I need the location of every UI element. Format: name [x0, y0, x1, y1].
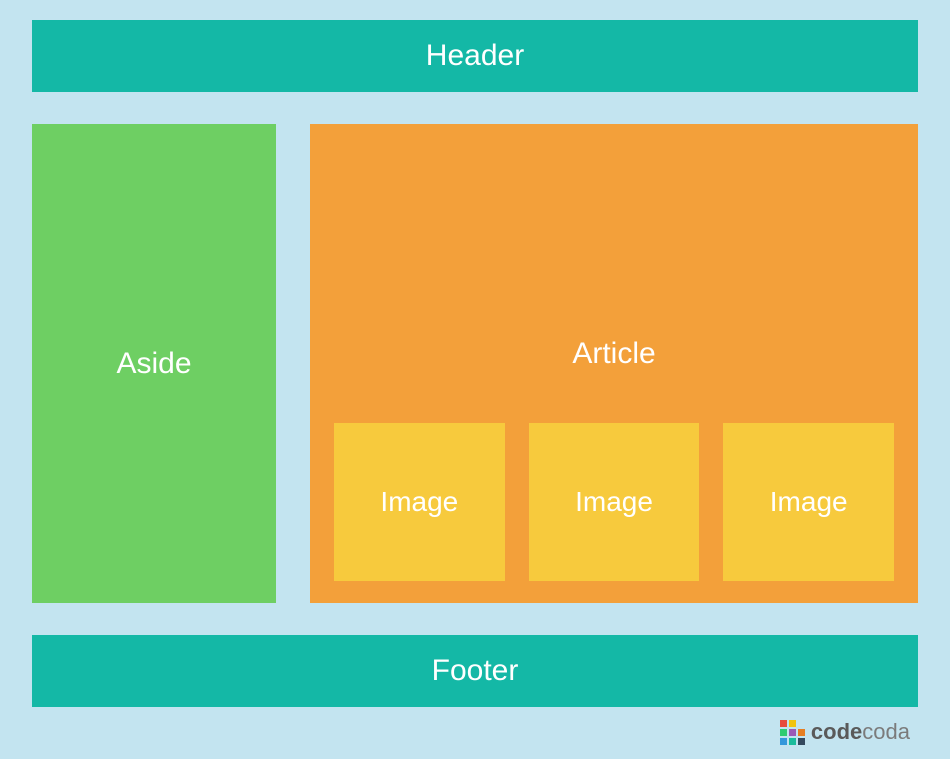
brand-name-light: coda — [862, 719, 910, 744]
brand-name-bold: code — [811, 719, 862, 744]
footer-label: Footer — [432, 654, 519, 688]
footer-region: Footer — [32, 635, 918, 707]
article-label: Article — [572, 337, 655, 371]
image-box: Image — [334, 423, 505, 581]
aside-region: Aside — [32, 124, 276, 603]
header-label: Header — [426, 39, 524, 73]
image-label: Image — [575, 486, 653, 518]
header-region: Header — [32, 20, 918, 92]
image-row: Image Image Image — [310, 423, 918, 603]
brand-attribution: codecoda — [32, 719, 918, 745]
image-box: Image — [529, 423, 700, 581]
middle-row: Aside Article Image Image Image — [32, 124, 918, 603]
brand-name: codecoda — [811, 719, 910, 745]
image-label: Image — [770, 486, 848, 518]
article-region: Article Image Image Image — [310, 124, 918, 603]
image-label: Image — [380, 486, 458, 518]
aside-label: Aside — [116, 347, 191, 381]
brand-logo-icon — [780, 720, 805, 745]
image-box: Image — [723, 423, 894, 581]
